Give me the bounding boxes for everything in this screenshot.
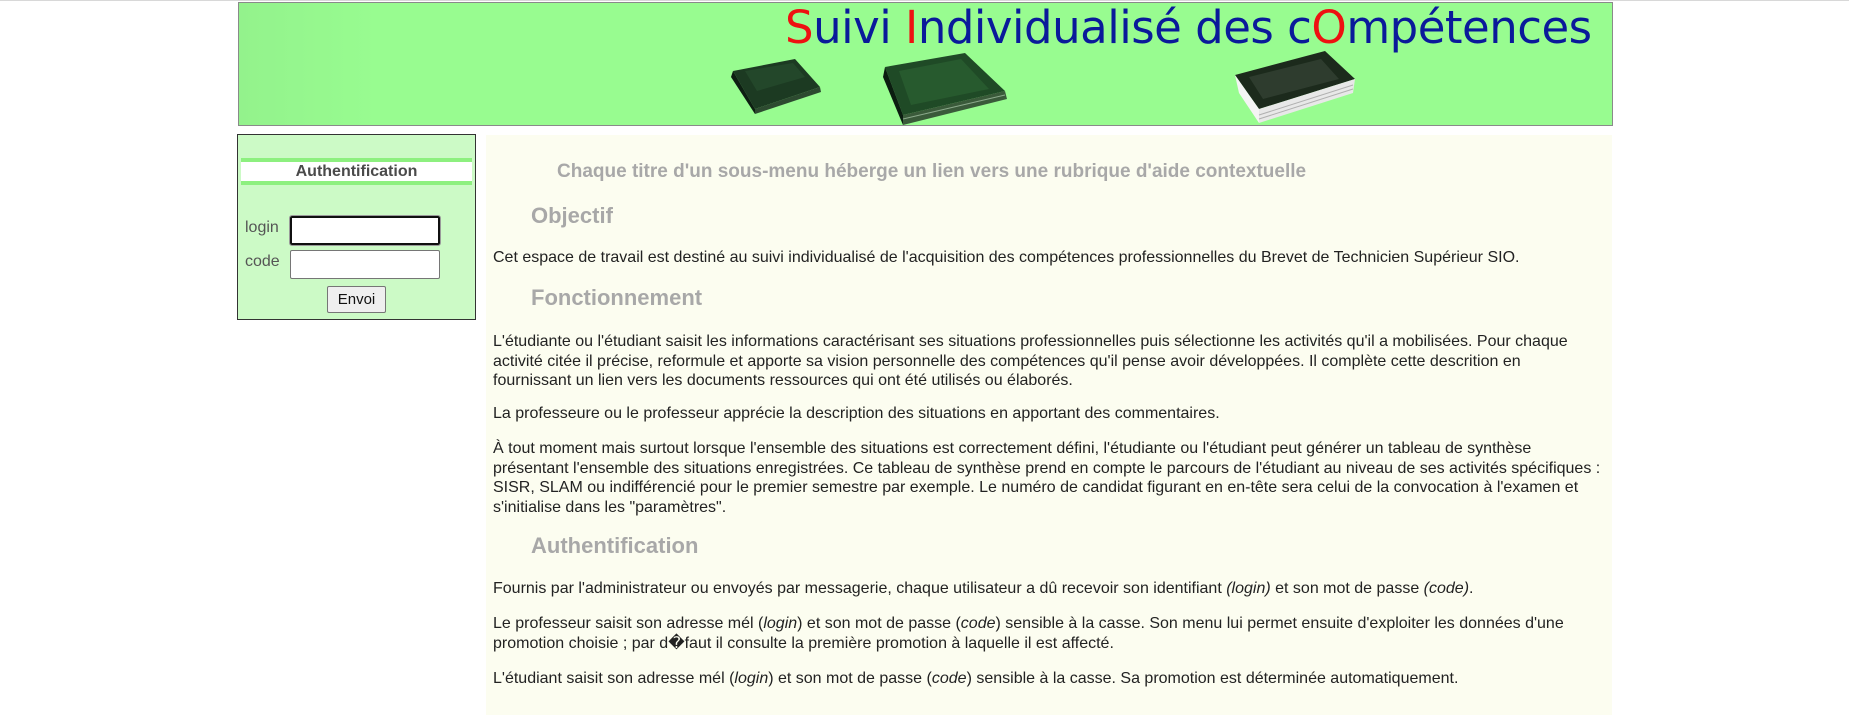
code-input[interactable] — [290, 250, 440, 279]
book-image-3 — [1235, 51, 1355, 123]
code-label: code — [245, 253, 280, 270]
site-title: Suivi Individualisé des cOmpétences — [785, 3, 1592, 53]
login-panel: Authentification login code Envoi — [237, 134, 476, 320]
login-label: login — [245, 219, 279, 236]
heading-objectif[interactable]: Objectif — [531, 203, 613, 229]
title-initial-letter: S — [785, 2, 814, 54]
authentification-p1: Fournis par l'administrateur ou envoyés … — [493, 580, 1474, 597]
submit-button[interactable]: Envoi — [327, 286, 386, 313]
fonctionnement-p1: L'étudiante ou l'étudiant saisit les inf… — [493, 333, 1568, 389]
fonctionnement-p3: À tout moment mais surtout lorsque l'ens… — [493, 440, 1601, 516]
login-input[interactable] — [289, 215, 441, 246]
objectif-text: Cet espace de travail est destiné au sui… — [493, 249, 1520, 266]
title-text-segment: uivi — [813, 2, 906, 54]
title-initial-letter: I — [905, 2, 918, 54]
help-content: Chaque titre d'un sous-menu héberge un l… — [486, 135, 1612, 715]
login-heading: Authentification — [241, 158, 472, 185]
book-image-1 — [731, 59, 821, 114]
heading-fonctionnement[interactable]: Fonctionnement — [531, 285, 702, 311]
authentification-p3: L'étudiant saisit son adresse mél (login… — [493, 670, 1459, 687]
title-text-segment: ndividualisé des c — [917, 2, 1312, 54]
authentification-p2: Le professeur saisit son adresse mél (lo… — [493, 615, 1564, 652]
title-text-segment: mpétences — [1346, 2, 1592, 54]
title-initial-letter: O — [1311, 2, 1347, 54]
heading-authentification[interactable]: Authentification — [531, 533, 698, 559]
header-banner: Suivi Individualisé des cOmpétences — [238, 2, 1613, 126]
top-border-line — [0, 0, 1849, 1]
book-image-2 — [883, 53, 1007, 125]
fonctionnement-p2: La professeure ou le professeur apprécie… — [493, 405, 1220, 422]
intro-text: Chaque titre d'un sous-menu héberge un l… — [557, 161, 1307, 182]
